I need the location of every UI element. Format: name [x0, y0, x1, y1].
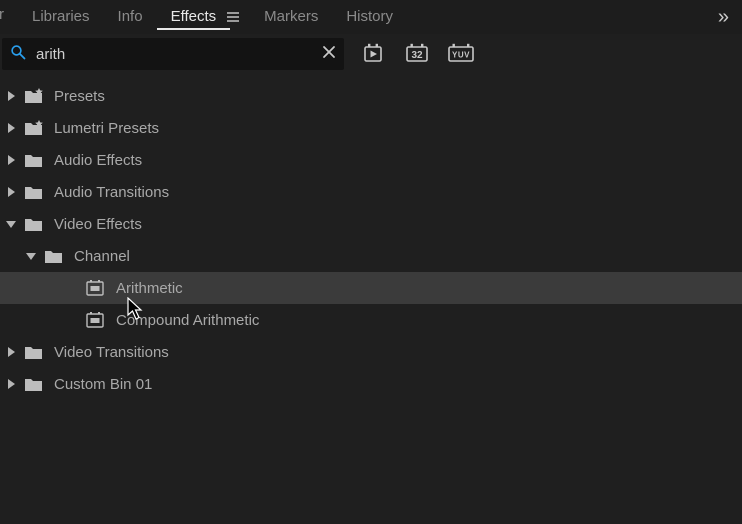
folder-icon	[24, 343, 44, 361]
search-input[interactable]	[28, 46, 322, 63]
tab-markers[interactable]: Markers	[250, 8, 332, 25]
tab-truncated-left[interactable]: er	[0, 0, 18, 34]
tree-item-label: Channel	[74, 248, 742, 265]
fx-icon	[86, 279, 106, 297]
chevron-right-icon[interactable]	[4, 121, 18, 135]
chevron-down-icon[interactable]	[4, 217, 18, 231]
32bit-effects-button[interactable]: 32	[402, 41, 432, 67]
folder-icon	[24, 375, 44, 393]
tree-item[interactable]: Presets	[0, 80, 742, 112]
panel-tabstrip: er Libraries Info Effects Markers Histor…	[0, 0, 742, 34]
tree-item[interactable]: Audio Effects	[0, 144, 742, 176]
chevron-right-icon[interactable]	[4, 377, 18, 391]
tree-item-label: Audio Transitions	[54, 184, 742, 201]
folder-star-icon	[24, 87, 44, 105]
tab-info[interactable]: Info	[104, 8, 157, 25]
tree-item[interactable]: Custom Bin 01	[0, 368, 742, 400]
tab-label: Markers	[264, 8, 318, 25]
tree-item-label: Custom Bin 01	[54, 376, 742, 393]
tab-label: Effects	[171, 8, 217, 25]
tab-label: Libraries	[32, 8, 90, 25]
tree-item-label: Arithmetic	[116, 280, 742, 297]
tab-history[interactable]: History	[332, 8, 407, 25]
tree-item-label: Video Effects	[54, 216, 742, 233]
search-box	[2, 38, 344, 70]
effects-toolbar: 32 YUV	[0, 34, 742, 74]
fx-icon	[86, 311, 106, 329]
tab-effects[interactable]: Effects	[157, 8, 231, 25]
chevron-right-icon[interactable]	[4, 89, 18, 103]
folder-icon	[24, 215, 44, 233]
chevron-right-icon[interactable]	[4, 185, 18, 199]
tree-item-label: Lumetri Presets	[54, 120, 742, 137]
active-tab-underline	[157, 28, 231, 30]
tree-item[interactable]: Arithmetic	[0, 272, 742, 304]
chevron-right-icon[interactable]	[4, 345, 18, 359]
search-icon	[10, 44, 28, 65]
tree-item[interactable]: Video Transitions	[0, 336, 742, 368]
tab-libraries[interactable]: Libraries	[18, 8, 104, 25]
tree-item[interactable]: Compound Arithmetic	[0, 304, 742, 336]
tree-item-label: Compound Arithmetic	[116, 312, 742, 329]
tree-item-label: Audio Effects	[54, 152, 742, 169]
chevron-down-icon[interactable]	[24, 249, 38, 263]
tree-item[interactable]: Video Effects	[0, 208, 742, 240]
tree-item[interactable]: Audio Transitions	[0, 176, 742, 208]
tab-label: Info	[118, 8, 143, 25]
folder-icon	[24, 151, 44, 169]
tab-overflow-icon[interactable]: »	[718, 6, 732, 29]
yuv-effects-button[interactable]: YUV	[446, 41, 476, 67]
svg-text:32: 32	[411, 50, 423, 61]
folder-star-icon	[24, 119, 44, 137]
tree-item[interactable]: Lumetri Presets	[0, 112, 742, 144]
svg-text:YUV: YUV	[452, 51, 470, 60]
search-clear-icon[interactable]	[322, 45, 336, 63]
tab-label: History	[346, 8, 393, 25]
tree-item[interactable]: Channel	[0, 240, 742, 272]
effects-tree: Presets Lumetri Presets Audio Effects Audio…	[0, 74, 742, 400]
accelerated-effects-button[interactable]	[358, 41, 388, 67]
chevron-right-icon[interactable]	[4, 153, 18, 167]
folder-icon	[44, 247, 64, 265]
tree-item-label: Presets	[54, 88, 742, 105]
tab-label: er	[0, 6, 4, 23]
tree-item-label: Video Transitions	[54, 344, 742, 361]
folder-icon	[24, 183, 44, 201]
